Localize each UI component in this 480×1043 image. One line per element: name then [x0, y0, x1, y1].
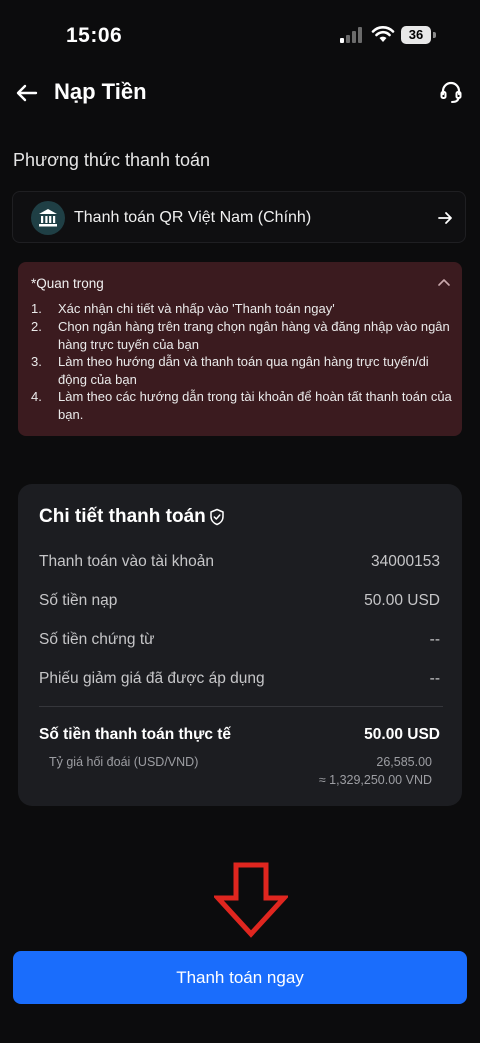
battery-level: 36 — [401, 26, 431, 44]
arrow-right-icon — [438, 212, 452, 224]
exchange-rate-value: 26,585.00 — [376, 755, 432, 769]
back-arrow-icon[interactable] — [14, 80, 40, 106]
bank-icon — [31, 201, 65, 235]
wifi-icon — [371, 26, 395, 42]
payment-details-card: Chi tiết thanh toán Thanh toán vào tài k… — [18, 484, 462, 806]
status-time: 15:06 — [66, 24, 123, 47]
signal-icon — [340, 27, 362, 43]
converted-amount-vnd: ≈ 1,329,250.00 VND — [318, 773, 432, 787]
detail-row-label: Số tiền chứng từ — [39, 631, 155, 648]
payment-method-name: Thanh toán QR Việt Nam (Chính) — [74, 209, 312, 226]
important-notice: *Quan trọng 1. Xác nhận chi tiết và nhấp… — [18, 262, 462, 436]
down-arrow-icon — [214, 862, 288, 938]
deposit-amount-value: 50.00 USD — [364, 592, 440, 609]
detail-row-label: Số tiền nạp — [39, 592, 118, 609]
detail-row-label: Thanh toán vào tài khoản — [39, 553, 214, 570]
headset-support-icon[interactable] — [438, 79, 464, 105]
header: Nạp Tiền — [0, 70, 480, 116]
pay-now-button[interactable]: Thanh toán ngay — [13, 951, 467, 1004]
status-bar: 15:06 36 — [0, 0, 480, 70]
notice-title: *Quan trọng — [31, 276, 104, 291]
total-value: 50.00 USD — [364, 726, 440, 743]
divider — [39, 706, 443, 707]
account-number-value: 34000153 — [371, 553, 440, 570]
chevron-up-icon[interactable] — [437, 275, 451, 289]
detail-row-label: Phiếu giảm giá đã được áp dụng — [39, 670, 265, 687]
payment-method-selector[interactable]: Thanh toán QR Việt Nam (Chính) — [12, 191, 466, 243]
details-title: Chi tiết thanh toán — [39, 506, 206, 527]
page-title: Nạp Tiền — [54, 79, 147, 104]
shield-check-icon — [210, 508, 224, 526]
exchange-rate-label: Tỷ giá hối đoái (USD/VND) — [49, 755, 199, 769]
coupon-applied-value: -- — [429, 670, 440, 687]
total-label: Số tiền thanh toán thực tế — [39, 726, 232, 743]
voucher-amount-value: -- — [429, 631, 440, 648]
battery-icon: 36 — [401, 26, 437, 44]
payment-method-label: Phương thức thanh toán — [13, 150, 211, 170]
